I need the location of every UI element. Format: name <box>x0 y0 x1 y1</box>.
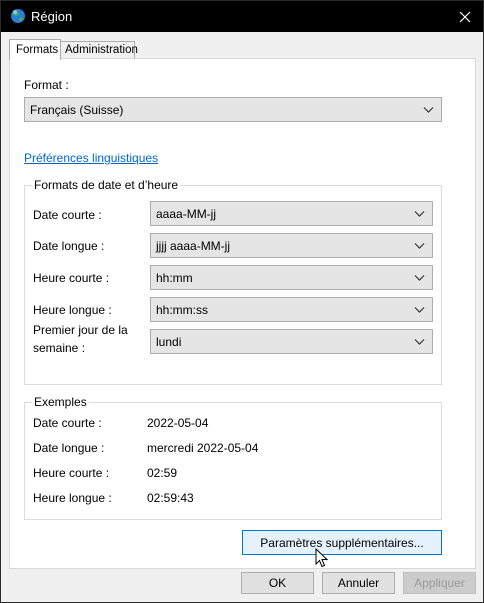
mouse-cursor-icon <box>315 548 328 568</box>
example-long-time-label: Heure longue : <box>33 491 112 505</box>
chevron-down-icon <box>414 338 425 345</box>
example-short-date-label: Date courte : <box>33 416 102 430</box>
short-date-value: aaaa-MM-jj <box>156 206 217 221</box>
example-long-date-value: mercredi 2022-05-04 <box>147 441 259 455</box>
example-short-time-value: 02:59 <box>147 466 178 480</box>
close-button[interactable] <box>447 1 483 32</box>
tab-administration-label: Administration <box>65 44 138 56</box>
long-date-label: Date longue : <box>33 239 105 253</box>
chevron-down-icon <box>414 274 425 281</box>
cancel-button[interactable]: Annuler <box>322 572 395 594</box>
short-time-value: hh:mm <box>156 270 193 285</box>
format-select[interactable]: Français (Suisse) <box>24 97 442 122</box>
tab-administration[interactable]: Administration <box>59 41 138 59</box>
short-date-select[interactable]: aaaa-MM-jj <box>150 201 433 226</box>
short-time-label: Heure courte : <box>33 271 110 285</box>
long-date-value: jjjj aaaa-MM-jj <box>156 238 231 253</box>
example-short-time-label: Heure courte : <box>33 466 110 480</box>
chevron-down-icon <box>423 106 434 113</box>
tab-formats-label: Formats <box>16 44 59 56</box>
chevron-down-icon <box>414 210 425 217</box>
first-day-label-line2: semaine : <box>33 341 86 355</box>
datetime-formats-title: Formats de date et d’heure <box>32 178 181 192</box>
additional-settings-button[interactable]: Paramètres supplémentaires... <box>242 530 442 555</box>
ok-button[interactable]: OK <box>241 572 314 594</box>
chevron-down-icon <box>414 242 425 249</box>
format-select-value: Français (Suisse) <box>30 102 124 117</box>
long-date-select[interactable]: jjjj aaaa-MM-jj <box>150 233 433 258</box>
first-day-select[interactable]: lundi <box>150 329 433 354</box>
long-time-label: Heure longue : <box>33 303 112 317</box>
globe-icon <box>11 9 25 23</box>
first-day-value: lundi <box>156 334 182 349</box>
window-title: Région <box>31 9 73 24</box>
long-time-value: hh:mm:ss <box>156 302 209 317</box>
tab-formats[interactable]: Formats <box>9 39 61 60</box>
title-bar: Région <box>1 1 483 32</box>
close-icon <box>459 11 471 22</box>
language-preferences-link[interactable]: Préférences linguistiques <box>24 151 158 165</box>
example-short-date-value: 2022-05-04 <box>147 416 209 430</box>
format-label: Format : <box>24 78 69 92</box>
tab-panel-formats: Format : Français (Suisse) Préférences l… <box>9 58 476 569</box>
example-long-date-label: Date longue : <box>33 441 105 455</box>
example-long-time-value: 02:59:43 <box>147 491 194 505</box>
chevron-down-icon <box>414 306 425 313</box>
apply-button[interactable]: Appliquer <box>403 572 476 594</box>
first-day-label-line1: Premier jour de la <box>33 323 128 337</box>
examples-title: Exemples <box>32 395 89 409</box>
region-dialog: Région Formats Administration Format : F… <box>0 0 484 603</box>
long-time-select[interactable]: hh:mm:ss <box>150 297 433 322</box>
short-time-select[interactable]: hh:mm <box>150 265 433 290</box>
short-date-label: Date courte : <box>33 208 102 222</box>
